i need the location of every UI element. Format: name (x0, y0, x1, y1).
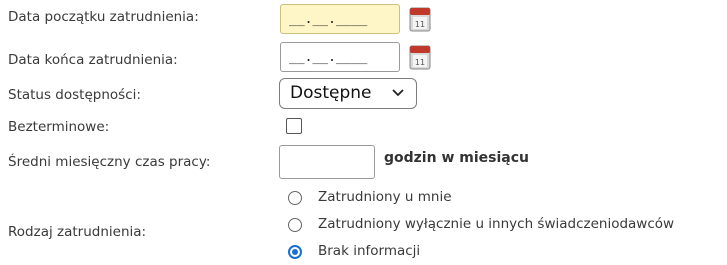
start-date-input[interactable]: __.__.____ (280, 4, 400, 34)
radio-button[interactable] (288, 218, 302, 232)
svg-text:11: 11 (415, 58, 425, 67)
employment-type-label: Rodzaj zatrudnienia: (8, 224, 147, 240)
radio-button-selected[interactable] (288, 245, 302, 259)
start-date-label: Data początku zatrudnienia: (8, 9, 199, 25)
radio-label: Brak informacji (318, 243, 421, 259)
avg-hours-input[interactable] (279, 145, 375, 179)
indefinite-checkbox[interactable] (286, 118, 302, 134)
end-date-input[interactable]: __.__.____ (280, 42, 400, 72)
radio-button[interactable] (288, 191, 302, 205)
avg-hours-label: Średni miesięczny czas pracy: (8, 154, 211, 170)
svg-text:11: 11 (415, 20, 425, 29)
availability-selected-value: Dostępne (290, 83, 372, 103)
hours-unit-label: godzin w miesiącu (384, 150, 529, 166)
calendar-icon[interactable]: 11 (409, 6, 431, 32)
calendar-icon[interactable]: 11 (409, 44, 431, 70)
availability-select[interactable]: Dostępne (279, 78, 417, 109)
radio-label: Zatrudniony wyłącznie u innych świadczen… (318, 216, 675, 232)
chevron-down-icon (392, 79, 404, 108)
end-date-label: Data końca zatrudnienia: (8, 52, 178, 68)
radio-label: Zatrudniony u mnie (318, 189, 452, 205)
indefinite-label: Bezterminowe: (8, 119, 110, 135)
availability-label: Status dostępności: (8, 87, 141, 103)
